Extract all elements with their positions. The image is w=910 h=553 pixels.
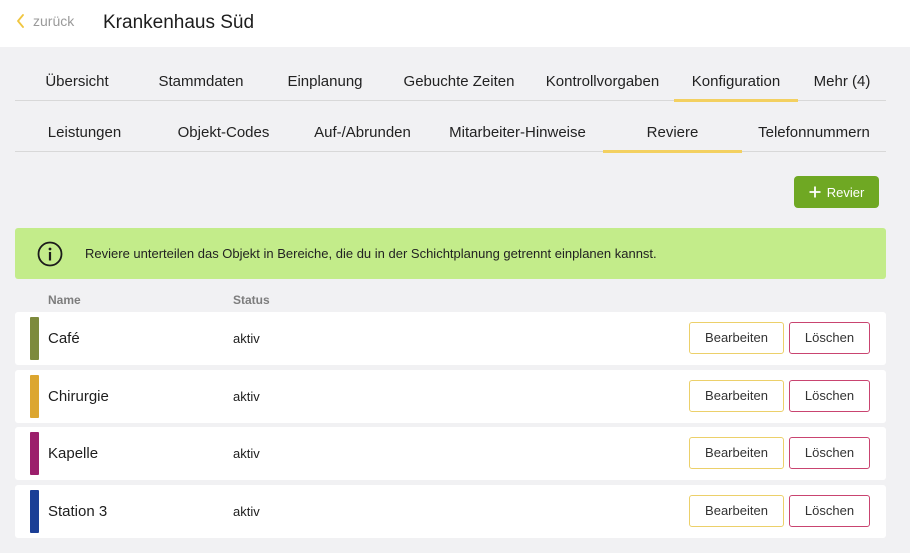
delete-button[interactable]: Löschen [789, 437, 870, 469]
revier-status: aktiv [233, 331, 260, 346]
info-icon [37, 241, 63, 266]
tab-uebersicht[interactable]: Übersicht [15, 66, 139, 101]
revier-status: aktiv [233, 446, 260, 461]
table-row: Café aktiv Bearbeiten Löschen [15, 312, 886, 365]
tab-stammdaten[interactable]: Stammdaten [139, 66, 263, 101]
tab-objekt-codes[interactable]: Objekt-Codes [154, 117, 293, 152]
primary-tabs: Übersicht Stammdaten Einplanung Gebuchte… [15, 66, 886, 102]
delete-button[interactable]: Löschen [789, 322, 870, 354]
edit-button[interactable]: Bearbeiten [689, 437, 784, 469]
column-header-name: Name [48, 293, 81, 307]
delete-button[interactable]: Löschen [789, 380, 870, 412]
back-link[interactable]: zurück [15, 13, 74, 29]
tab-konfiguration[interactable]: Konfiguration [674, 66, 798, 102]
tab-mehr[interactable]: Mehr (4) [798, 66, 886, 101]
secondary-tabs: Leistungen Objekt-Codes Auf-/Abrunden Mi… [15, 117, 886, 153]
plus-icon [809, 186, 821, 198]
info-text: Reviere unterteilen das Objekt in Bereic… [85, 246, 657, 261]
tab-gebuchte-zeiten[interactable]: Gebuchte Zeiten [387, 66, 531, 101]
tab-auf-abrunden[interactable]: Auf-/Abrunden [293, 117, 432, 152]
revier-name: Café [48, 330, 80, 347]
back-label[interactable]: zurück [33, 13, 74, 29]
revier-color-bar [30, 375, 39, 418]
edit-button[interactable]: Bearbeiten [689, 495, 784, 527]
tab-leistungen[interactable]: Leistungen [15, 117, 154, 152]
tab-mitarbeiter-hinweise[interactable]: Mitarbeiter-Hinweise [432, 117, 603, 152]
revier-name: Kapelle [48, 445, 99, 462]
top-bar: zurück Krankenhaus Süd [0, 0, 910, 47]
tab-reviere[interactable]: Reviere [603, 117, 742, 153]
revier-status: aktiv [233, 389, 260, 404]
revier-color-bar [30, 317, 39, 360]
info-banner: Reviere unterteilen das Objekt in Bereic… [15, 228, 886, 279]
revier-name: Station 3 [48, 503, 108, 520]
table-row: Chirurgie aktiv Bearbeiten Löschen [15, 370, 886, 423]
add-revier-label: Revier [826, 184, 865, 200]
chevron-left-icon [17, 14, 24, 28]
tab-telefonnummern[interactable]: Telefonnummern [742, 117, 886, 152]
revier-status: aktiv [233, 504, 260, 519]
page-title: Krankenhaus Süd [103, 12, 255, 33]
tab-kontrollvorgaben[interactable]: Kontrollvorgaben [531, 66, 674, 101]
delete-button[interactable]: Löschen [789, 495, 870, 527]
column-header-status: Status [233, 293, 270, 307]
table-row: Kapelle aktiv Bearbeiten Löschen [15, 427, 886, 480]
revier-color-bar [30, 432, 39, 475]
table-row: Station 3 aktiv Bearbeiten Löschen [15, 485, 886, 538]
revier-color-bar [30, 490, 39, 533]
revier-name: Chirurgie [48, 388, 109, 405]
edit-button[interactable]: Bearbeiten [689, 380, 784, 412]
edit-button[interactable]: Bearbeiten [689, 322, 784, 354]
add-revier-button[interactable]: Revier [794, 176, 879, 208]
tab-einplanung[interactable]: Einplanung [263, 66, 387, 101]
